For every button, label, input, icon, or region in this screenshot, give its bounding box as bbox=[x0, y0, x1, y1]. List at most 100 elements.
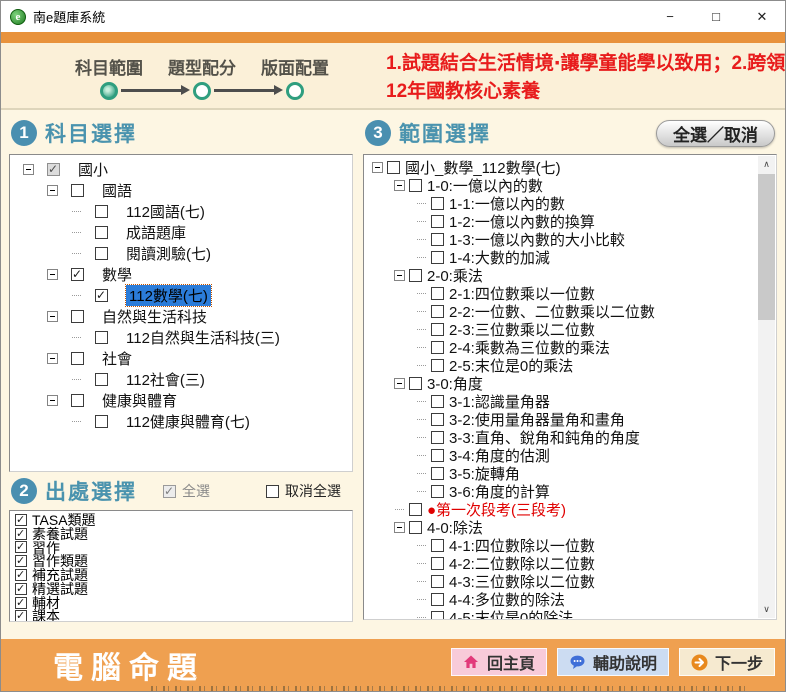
tree-node[interactable]: 2-0:乘法 bbox=[364, 266, 758, 284]
node-checkbox[interactable] bbox=[431, 251, 444, 264]
expand-toggle-icon[interactable] bbox=[47, 311, 58, 322]
tree-node[interactable]: 3-4:角度的估測 bbox=[364, 446, 758, 464]
item-checkbox[interactable] bbox=[15, 597, 27, 609]
tree-node[interactable]: 112自然與生活科技(三) bbox=[10, 327, 352, 348]
deselect-all-checkbox[interactable]: 取消全選 bbox=[266, 481, 341, 501]
select-all-checkbox-icon[interactable] bbox=[163, 485, 176, 498]
help-button[interactable]: 輔助說明 bbox=[557, 648, 669, 676]
node-checkbox[interactable] bbox=[95, 247, 108, 260]
node-checkbox[interactable] bbox=[409, 521, 422, 534]
expand-toggle-icon[interactable] bbox=[372, 162, 383, 173]
select-all-checkbox[interactable]: 全選 bbox=[163, 481, 210, 501]
tree-node[interactable]: 4-3:三位數除以二位數 bbox=[364, 572, 758, 590]
tree-node[interactable]: 2-3:三位數乘以二位數 bbox=[364, 320, 758, 338]
tree-node[interactable]: 2-1:四位數乘以一位數 bbox=[364, 284, 758, 302]
tree-node[interactable]: 1-1:一億以內的數 bbox=[364, 194, 758, 212]
tree-node[interactable]: 4-5:末位是0的除法 bbox=[364, 608, 758, 619]
expand-toggle-icon[interactable] bbox=[23, 164, 34, 175]
vertical-scrollbar[interactable]: ∧ ∨ bbox=[758, 156, 775, 618]
tree-node[interactable]: 國小_數學_112數學(七) bbox=[364, 158, 758, 176]
node-checkbox[interactable] bbox=[431, 341, 444, 354]
expand-toggle-icon[interactable] bbox=[47, 269, 58, 280]
minimize-button[interactable]: − bbox=[647, 1, 693, 32]
tree-node[interactable]: 3-2:使用量角器量角和畫角 bbox=[364, 410, 758, 428]
tree-node[interactable]: 112數學(七) bbox=[10, 285, 352, 306]
node-checkbox[interactable] bbox=[431, 305, 444, 318]
tree-node-label[interactable]: 112健康與體育(七) bbox=[126, 411, 250, 432]
tree-node-label[interactable]: 112社會(三) bbox=[126, 369, 205, 390]
tree-node-label[interactable]: 成語題庫 bbox=[126, 222, 186, 243]
node-checkbox[interactable] bbox=[431, 611, 444, 620]
expand-toggle-icon[interactable] bbox=[47, 185, 58, 196]
scroll-up-icon[interactable]: ∧ bbox=[758, 156, 775, 173]
tree-node[interactable]: 4-1:四位數除以一位數 bbox=[364, 536, 758, 554]
tree-node-label[interactable]: 國小 bbox=[78, 159, 108, 180]
tree-node-label[interactable]: 國語 bbox=[102, 180, 132, 201]
node-checkbox[interactable] bbox=[431, 413, 444, 426]
tree-node[interactable]: 社會 bbox=[10, 348, 352, 369]
node-checkbox[interactable] bbox=[95, 226, 108, 239]
tree-node[interactable]: 112社會(三) bbox=[10, 369, 352, 390]
node-checkbox[interactable] bbox=[431, 431, 444, 444]
tree-node[interactable]: 2-2:一位數、二位數乘以二位數 bbox=[364, 302, 758, 320]
maximize-button[interactable]: □ bbox=[693, 1, 739, 32]
node-checkbox[interactable] bbox=[431, 197, 444, 210]
node-checkbox[interactable] bbox=[95, 331, 108, 344]
tree-node-label[interactable]: 112數學(七) bbox=[126, 285, 211, 306]
tree-node[interactable]: 2-5:末位是0的乘法 bbox=[364, 356, 758, 374]
tree-node-label[interactable]: 健康與體育 bbox=[102, 390, 177, 411]
tree-node[interactable]: 3-5:旋轉角 bbox=[364, 464, 758, 482]
node-checkbox[interactable] bbox=[431, 593, 444, 606]
node-checkbox[interactable] bbox=[95, 289, 108, 302]
item-checkbox[interactable] bbox=[15, 555, 27, 567]
tree-node[interactable]: 1-4:大數的加減 bbox=[364, 248, 758, 266]
tree-node[interactable]: 國語 bbox=[10, 180, 352, 201]
tree-node-label[interactable]: 社會 bbox=[102, 348, 132, 369]
tree-node-label[interactable]: 4-5:末位是0的除法 bbox=[449, 607, 573, 620]
node-checkbox[interactable] bbox=[71, 268, 84, 281]
node-checkbox[interactable] bbox=[95, 415, 108, 428]
list-item[interactable]: 素養試題 bbox=[10, 527, 352, 541]
item-checkbox[interactable] bbox=[15, 528, 27, 540]
home-button[interactable]: 回主頁 bbox=[451, 648, 547, 676]
tree-node[interactable]: 4-0:除法 bbox=[364, 518, 758, 536]
node-checkbox[interactable] bbox=[71, 352, 84, 365]
item-checkbox[interactable] bbox=[15, 569, 27, 581]
expand-toggle-icon[interactable] bbox=[394, 270, 405, 281]
node-checkbox[interactable] bbox=[409, 179, 422, 192]
node-checkbox[interactable] bbox=[431, 287, 444, 300]
item-checkbox[interactable] bbox=[15, 514, 27, 526]
tree-node[interactable]: 數學 bbox=[10, 264, 352, 285]
list-item[interactable]: 精選試題 bbox=[10, 582, 352, 596]
tree-node[interactable]: 4-2:二位數除以二位數 bbox=[364, 554, 758, 572]
node-checkbox[interactable] bbox=[431, 557, 444, 570]
tree-node[interactable]: ●第一次段考(三段考) bbox=[364, 500, 758, 518]
tree-node[interactable]: 自然與生活科技 bbox=[10, 306, 352, 327]
node-checkbox[interactable] bbox=[431, 467, 444, 480]
node-checkbox[interactable] bbox=[431, 395, 444, 408]
node-checkbox[interactable] bbox=[431, 485, 444, 498]
tree-node[interactable]: 2-4:乘數為三位數的乘法 bbox=[364, 338, 758, 356]
tree-node[interactable]: 國小 bbox=[10, 159, 352, 180]
tree-node-label[interactable]: 數學 bbox=[102, 264, 132, 285]
tree-node[interactable]: 成語題庫 bbox=[10, 222, 352, 243]
node-checkbox[interactable] bbox=[431, 233, 444, 246]
tree-node-label[interactable]: 閱讀測驗(七) bbox=[126, 243, 211, 264]
node-checkbox[interactable] bbox=[431, 215, 444, 228]
node-checkbox[interactable] bbox=[431, 323, 444, 336]
node-checkbox[interactable] bbox=[409, 269, 422, 282]
tree-node[interactable]: 112國語(七) bbox=[10, 201, 352, 222]
tree-node[interactable]: 1-2:一億以內數的換算 bbox=[364, 212, 758, 230]
scrollbar-thumb[interactable] bbox=[758, 174, 775, 320]
node-checkbox[interactable] bbox=[409, 503, 422, 516]
next-step-button[interactable]: 下一步 bbox=[679, 648, 775, 676]
item-checkbox[interactable] bbox=[15, 583, 27, 595]
node-checkbox[interactable] bbox=[71, 184, 84, 197]
expand-toggle-icon[interactable] bbox=[394, 522, 405, 533]
tree-node[interactable]: 3-6:角度的計算 bbox=[364, 482, 758, 500]
node-checkbox[interactable] bbox=[95, 205, 108, 218]
node-checkbox[interactable] bbox=[431, 539, 444, 552]
tree-node[interactable]: 健康與體育 bbox=[10, 390, 352, 411]
tree-node[interactable]: 3-3:直角、銳角和鈍角的角度 bbox=[364, 428, 758, 446]
close-button[interactable]: ✕ bbox=[739, 1, 785, 32]
